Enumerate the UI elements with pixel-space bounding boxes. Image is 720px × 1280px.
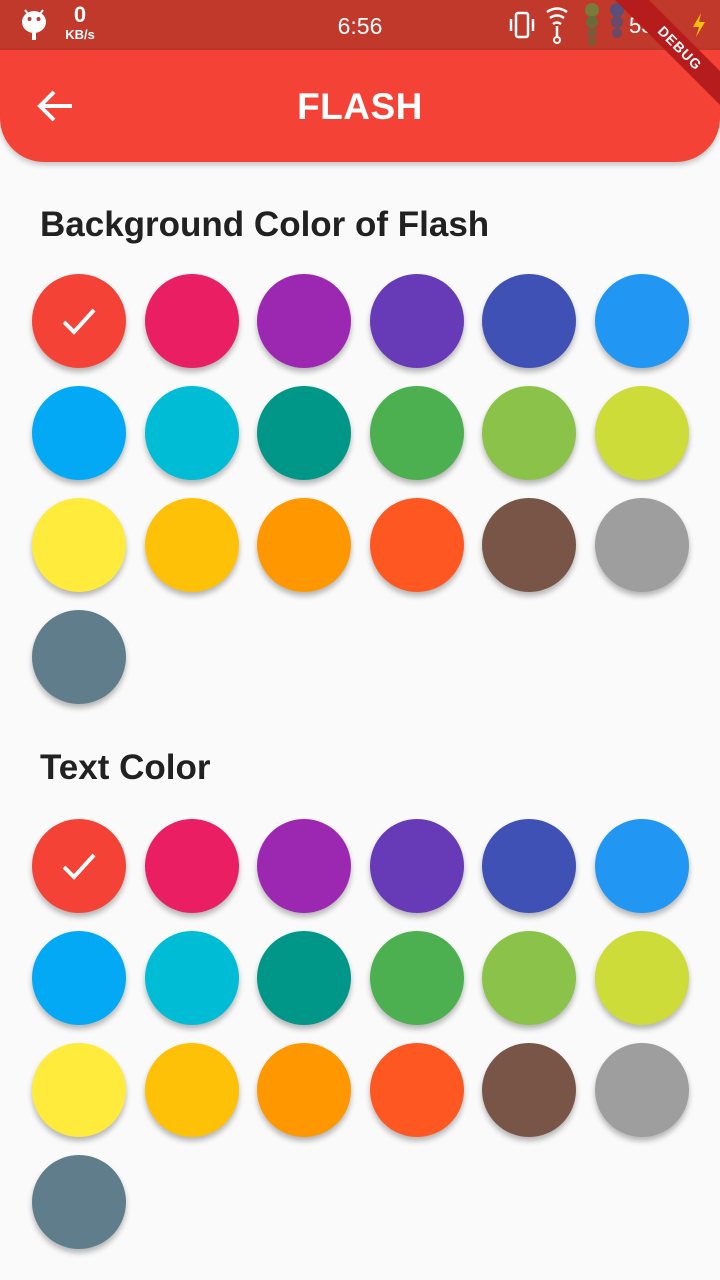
color-swatch[interactable] (482, 274, 576, 368)
color-swatch[interactable] (145, 498, 239, 592)
color-swatch[interactable] (370, 819, 464, 913)
color-swatch[interactable] (32, 498, 126, 592)
signal-dots-icon (585, 3, 624, 46)
color-swatch[interactable] (370, 931, 464, 1025)
page-title: FLASH (297, 86, 423, 127)
app-bar: FLASH (0, 50, 720, 162)
color-swatch[interactable] (595, 1043, 689, 1137)
color-swatch[interactable] (482, 819, 576, 913)
color-swatch[interactable] (370, 1043, 464, 1137)
color-swatch[interactable] (595, 386, 689, 480)
charging-bolt-icon (693, 13, 705, 37)
color-swatch[interactable] (32, 274, 126, 368)
color-swatch[interactable] (370, 274, 464, 368)
color-swatch[interactable] (32, 931, 126, 1025)
color-swatch[interactable] (257, 931, 351, 1025)
color-swatch[interactable] (482, 498, 576, 592)
color-swatch[interactable] (257, 274, 351, 368)
color-swatch[interactable] (482, 386, 576, 480)
color-swatch[interactable] (145, 819, 239, 913)
background-color-grid (32, 274, 692, 714)
color-swatch[interactable] (32, 1043, 126, 1137)
color-swatch[interactable] (32, 610, 126, 704)
wifi-signal-icon (546, 7, 568, 44)
text-color-grid (32, 819, 692, 1259)
color-swatch[interactable] (145, 931, 239, 1025)
background-color-title: Background Color of Flash (40, 205, 490, 244)
color-swatch[interactable] (595, 931, 689, 1025)
color-swatch[interactable] (257, 819, 351, 913)
color-swatch[interactable] (595, 498, 689, 592)
check-icon (62, 853, 96, 880)
status-bar: 0 KB/s 6:56 53 (0, 0, 720, 50)
color-swatch[interactable] (32, 386, 126, 480)
color-swatch[interactable] (145, 1043, 239, 1137)
color-swatch[interactable] (595, 819, 689, 913)
color-swatch[interactable] (370, 386, 464, 480)
color-swatch[interactable] (257, 498, 351, 592)
color-swatch[interactable] (32, 819, 126, 913)
color-swatch[interactable] (257, 1043, 351, 1137)
vibrate-icon (509, 11, 535, 39)
text-color-title: Text Color (40, 748, 211, 787)
color-swatch[interactable] (482, 1043, 576, 1137)
color-swatch[interactable] (145, 386, 239, 480)
color-swatch[interactable] (32, 1155, 126, 1249)
check-icon (62, 308, 96, 335)
color-swatch[interactable] (145, 274, 239, 368)
color-swatch[interactable] (370, 498, 464, 592)
color-swatch[interactable] (482, 931, 576, 1025)
color-swatch[interactable] (595, 274, 689, 368)
color-swatch[interactable] (257, 386, 351, 480)
